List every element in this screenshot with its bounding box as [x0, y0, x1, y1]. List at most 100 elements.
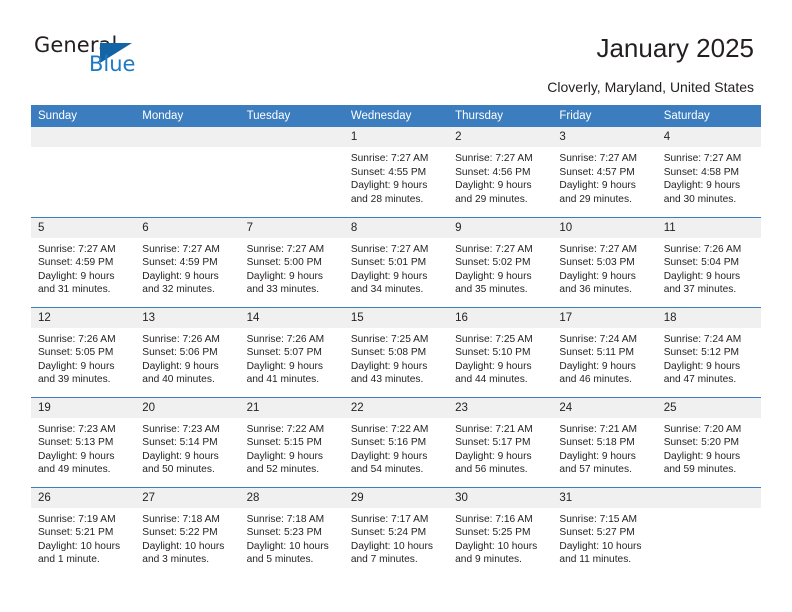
- day-detail-line: Sunrise: 7:27 AM: [455, 243, 533, 255]
- calendar-day-cell[interactable]: 28 Sunrise: 7:18 AM Sunset: 5:23 PM Dayligh…: [239, 486, 344, 577]
- day-number: [31, 127, 136, 147]
- day-detail-line: Sunrise: 7:16 AM: [455, 513, 533, 525]
- day-detail-line: Daylight: 9 hours: [455, 180, 532, 192]
- calendar-day-cell[interactable]: 5 Sunrise: 7:27 AM Sunset: 4:59 PM Daylight…: [31, 216, 136, 307]
- day-detail-line: Sunset: 5:23 PM: [246, 527, 322, 539]
- calendar-day-cell[interactable]: 10 Sunrise: 7:27 AM Sunset: 5:03 PM Dayligh…: [552, 216, 657, 307]
- calendar-day-cell[interactable]: 22 Sunrise: 7:22 AM Sunset: 5:16 PM Dayligh…: [343, 396, 449, 487]
- day-detail-line: Sunrise: 7:18 AM: [246, 513, 325, 525]
- day-detail-line: Sunset: 5:18 PM: [559, 437, 635, 449]
- weekday-header-monday: Monday: [135, 105, 240, 127]
- calendar-day-cell[interactable]: 1 Sunrise: 7:27 AM Sunset: 4:55 PM Daylight…: [343, 127, 449, 217]
- day-detail-line: Sunrise: 7:15 AM: [559, 513, 637, 525]
- day-detail-line: Sunrise: 7:19 AM: [38, 513, 116, 525]
- calendar-day-cell[interactable]: 21 Sunrise: 7:22 AM Sunset: 5:15 PM Dayligh…: [239, 396, 344, 487]
- calendar-day-cell[interactable]: 7 Sunrise: 7:27 AM Sunset: 5:00 PM Daylight…: [239, 216, 344, 307]
- day-number: 9: [448, 217, 553, 238]
- day-details: Sunrise: 7:27 AM Sunset: 5:00 PM Daylight:…: [240, 238, 344, 297]
- day-details: Sunrise: 7:21 AM Sunset: 5:17 PM Daylight:…: [448, 418, 552, 477]
- day-detail-line: Sunset: 5:22 PM: [142, 527, 218, 539]
- calendar-day-cell[interactable]: 4 Sunrise: 7:27 AM Sunset: 4:58 PM Daylight…: [656, 127, 761, 217]
- day-details: Sunrise: 7:25 AM Sunset: 5:10 PM Daylight:…: [448, 328, 552, 387]
- day-detail-line: Sunset: 5:01 PM: [350, 257, 427, 269]
- day-number: 22: [343, 397, 449, 418]
- day-detail-line: Daylight: 9 hours: [246, 360, 324, 372]
- calendar-header-row: Sunday Monday Tuesday Wednesday Thursday Frid…: [31, 105, 761, 127]
- day-detail-line: Sunrise: 7:27 AM: [350, 153, 429, 164]
- day-detail-line: Daylight: 9 hours: [455, 270, 532, 282]
- calendar-day-cell[interactable]: 24 Sunrise: 7:21 AM Sunset: 5:18 PM Dayligh…: [552, 396, 657, 487]
- day-number: 7: [239, 217, 344, 238]
- calendar-day-cell[interactable]: 25 Sunrise: 7:20 AM Sunset: 5:20 PM Dayligh…: [656, 396, 761, 487]
- general-blue-logo[interactable]: General Blue: [34, 33, 144, 83]
- calendar-day-cell[interactable]: 16 Sunrise: 7:25 AM Sunset: 5:10 PM Dayligh…: [448, 306, 553, 397]
- day-number: 26: [31, 487, 136, 508]
- day-number: 27: [135, 487, 240, 508]
- day-details: Sunrise: 7:18 AM Sunset: 5:22 PM Daylight:…: [135, 508, 239, 567]
- day-detail-line: and 32 minutes.: [142, 284, 215, 296]
- day-detail-line: and 36 minutes.: [559, 284, 632, 296]
- weekday-header-friday: Friday: [552, 105, 657, 127]
- day-details: Sunrise: 7:19 AM Sunset: 5:21 PM Daylight:…: [31, 508, 135, 567]
- day-details: Sunrise: 7:15 AM Sunset: 5:27 PM Daylight:…: [552, 508, 656, 567]
- calendar-day-cell[interactable]: 6 Sunrise: 7:27 AM Sunset: 4:59 PM Daylight…: [135, 216, 240, 307]
- day-number: 24: [552, 397, 657, 418]
- day-detail-line: Sunset: 5:25 PM: [455, 527, 531, 539]
- day-detail-line: Daylight: 9 hours: [663, 450, 741, 462]
- day-number: 14: [239, 307, 344, 328]
- weekday-header-tuesday: Tuesday: [239, 105, 344, 127]
- day-details: Sunrise: 7:27 AM Sunset: 4:58 PM Daylight:…: [657, 147, 761, 206]
- calendar-day-cell[interactable]: 27 Sunrise: 7:18 AM Sunset: 5:22 PM Dayligh…: [135, 486, 240, 577]
- day-detail-line: Sunrise: 7:27 AM: [663, 153, 742, 164]
- day-detail-line: and 54 minutes.: [350, 464, 424, 476]
- day-detail-line: Sunrise: 7:26 AM: [38, 333, 116, 345]
- day-detail-line: Daylight: 9 hours: [142, 360, 219, 372]
- day-number: 3: [552, 127, 657, 147]
- calendar-day-cell[interactable]: 26 Sunrise: 7:19 AM Sunset: 5:21 PM Dayligh…: [31, 486, 136, 577]
- calendar-day-cell[interactable]: 8 Sunrise: 7:27 AM Sunset: 5:01 PM Daylight…: [343, 216, 449, 307]
- day-detail-line: Daylight: 9 hours: [559, 450, 636, 462]
- calendar-day-cell[interactable]: 13 Sunrise: 7:26 AM Sunset: 5:06 PM Dayligh…: [135, 306, 240, 397]
- calendar-day-cell[interactable]: 12 Sunrise: 7:26 AM Sunset: 5:05 PM Dayligh…: [31, 306, 136, 397]
- calendar-day-cell[interactable]: 2 Sunrise: 7:27 AM Sunset: 4:56 PM Daylight…: [448, 127, 553, 217]
- day-detail-line: Daylight: 9 hours: [559, 360, 636, 372]
- day-details: Sunrise: 7:22 AM Sunset: 5:15 PM Daylight:…: [240, 418, 344, 477]
- day-detail-line: Sunrise: 7:27 AM: [350, 243, 429, 255]
- day-detail-line: Sunrise: 7:20 AM: [663, 423, 742, 435]
- calendar-day-cell[interactable]: 17 Sunrise: 7:24 AM Sunset: 5:11 PM Dayligh…: [552, 306, 657, 397]
- calendar-day-cell[interactable]: 19 Sunrise: 7:23 AM Sunset: 5:13 PM Dayligh…: [31, 396, 136, 487]
- day-detail-line: and 56 minutes.: [455, 464, 528, 476]
- day-detail-line: Daylight: 9 hours: [559, 270, 636, 282]
- day-number: [656, 487, 761, 508]
- day-detail-line: Sunset: 5:17 PM: [455, 437, 531, 449]
- calendar-day-cell[interactable]: 31 Sunrise: 7:15 AM Sunset: 5:27 PM Dayligh…: [552, 486, 657, 577]
- day-detail-line: Sunrise: 7:24 AM: [559, 333, 637, 345]
- calendar-day-cell[interactable]: 11 Sunrise: 7:26 AM Sunset: 5:04 PM Dayligh…: [656, 216, 761, 307]
- day-details: Sunrise: 7:27 AM Sunset: 4:56 PM Daylight:…: [448, 147, 552, 206]
- calendar-day-cell[interactable]: 3 Sunrise: 7:27 AM Sunset: 4:57 PM Daylight…: [552, 127, 657, 217]
- day-detail-line: and 57 minutes.: [559, 464, 632, 476]
- day-number: 16: [448, 307, 553, 328]
- calendar-day-cell[interactable]: 29 Sunrise: 7:17 AM Sunset: 5:24 PM Dayligh…: [343, 486, 449, 577]
- day-detail-line: Sunset: 5:13 PM: [38, 437, 114, 449]
- day-detail-line: Sunset: 5:10 PM: [455, 347, 531, 359]
- calendar-day-cell[interactable]: 18 Sunrise: 7:24 AM Sunset: 5:12 PM Dayligh…: [656, 306, 761, 397]
- calendar-day-cell[interactable]: 23 Sunrise: 7:21 AM Sunset: 5:17 PM Dayligh…: [448, 396, 553, 487]
- day-detail-line: and 59 minutes.: [663, 464, 737, 476]
- day-details: Sunrise: 7:27 AM Sunset: 4:57 PM Daylight:…: [552, 147, 656, 206]
- day-details: Sunrise: 7:23 AM Sunset: 5:13 PM Daylight:…: [31, 418, 135, 477]
- day-detail-line: Sunrise: 7:22 AM: [350, 423, 429, 435]
- day-detail-line: Sunrise: 7:27 AM: [246, 243, 325, 255]
- calendar-day-cell[interactable]: 9 Sunrise: 7:27 AM Sunset: 5:02 PM Daylight…: [448, 216, 553, 307]
- calendar-day-cell[interactable]: 14 Sunrise: 7:26 AM Sunset: 5:07 PM Dayligh…: [239, 306, 344, 397]
- day-detail-line: Daylight: 9 hours: [663, 270, 741, 282]
- calendar-day-cell[interactable]: 15 Sunrise: 7:25 AM Sunset: 5:08 PM Dayligh…: [343, 306, 449, 397]
- day-details: Sunrise: 7:27 AM Sunset: 4:59 PM Daylight:…: [31, 238, 135, 297]
- calendar-day-cell[interactable]: 30 Sunrise: 7:16 AM Sunset: 5:25 PM Dayligh…: [448, 486, 553, 577]
- day-detail-line: Daylight: 9 hours: [246, 450, 324, 462]
- day-details: Sunrise: 7:27 AM Sunset: 5:02 PM Daylight:…: [448, 238, 552, 297]
- day-detail-line: Daylight: 10 hours: [38, 540, 121, 552]
- calendar-day-cell[interactable]: 20 Sunrise: 7:23 AM Sunset: 5:14 PM Dayligh…: [135, 396, 240, 487]
- day-number: 2: [448, 127, 553, 147]
- day-detail-line: Daylight: 10 hours: [455, 540, 538, 552]
